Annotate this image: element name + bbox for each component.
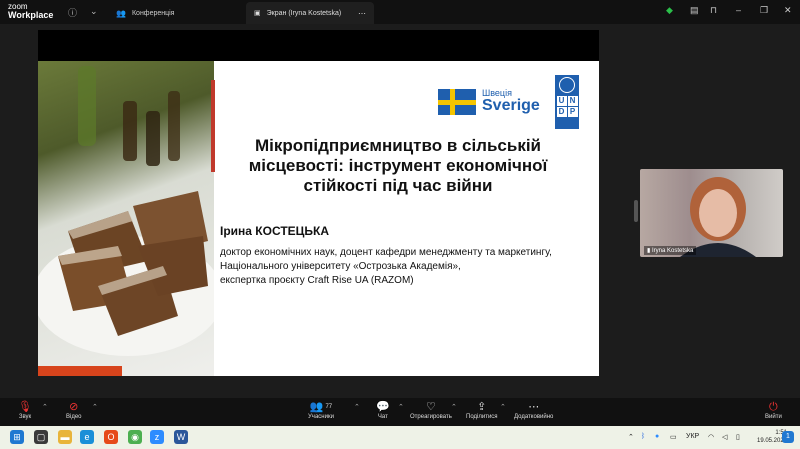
speaker-desc-line: Національного університету «Острозька Ак… [220,261,461,272]
gingerbread-photo [38,61,214,376]
word-icon[interactable]: W [174,430,188,444]
more-button[interactable]: ⋯ Додатковийно [514,400,553,420]
leave-button[interactable]: ⏻ Вийти [765,400,782,420]
info-icon[interactable]: ⓘ [68,6,77,19]
shared-slide: Швеція Sverige U N D P Мікропідприємницт… [38,30,599,376]
meeting-stage: Швеція Sverige U N D P Мікропідприємницт… [0,24,800,398]
close-icon[interactable]: ✕ [784,5,792,16]
speaker-description: доктор економічних наук, доцент кафедри … [220,246,600,288]
panel-resize-handle[interactable] [634,200,638,222]
leave-icon: ⏻ [769,401,778,413]
undp-letter-d: D [556,107,567,117]
slide-content: Швеція Sverige U N D P Мікропідприємницт… [38,61,599,376]
meeting-toolbar: 🎙 Звук ⌃ ⊘ Відео ⌃ 👥 77 Учасники ⌃ 💬 Чат … [0,398,800,426]
zoom-titlebar: zoom Workplace ⓘ ⌄ 👥 Конференція ▣ Экран… [0,0,800,24]
tray-chevron-icon[interactable]: ⌃ [628,433,634,441]
share-button[interactable]: ⇪ Поділитися [466,400,498,420]
zoom-logo: zoom Workplace [8,3,54,20]
undp-letter-p: P [567,107,578,117]
leave-label: Вийти [765,414,782,420]
zoom-app-icon[interactable]: z [150,430,164,444]
logo-line2: Workplace [8,10,54,20]
audio-button[interactable]: 🎙 Звук [18,400,32,420]
people-icon: 👥 [116,8,126,18]
chat-label: Чат [377,414,388,420]
undp-letter-n: N [567,96,578,106]
wifi-icon[interactable]: ◠ [708,433,714,441]
opera-icon[interactable]: O [104,430,118,444]
tab-screen-label: Экран (Iryna Kostetska) [266,9,342,17]
participants-caret-icon[interactable]: ⌃ [354,403,360,411]
slide-title: Мікропідприємництво в сільській місцевос… [248,136,548,195]
un-globe-icon [559,77,575,93]
participants-button[interactable]: 👥 77 Учасники [308,400,334,420]
participants-icon: 👥 77 [309,401,333,413]
language-indicator[interactable]: УКР [686,433,699,440]
participant-avatar [680,177,756,257]
accent-bar [211,80,215,172]
react-caret-icon[interactable]: ⌃ [451,403,457,411]
tab-conference[interactable]: 👥 Конференція [108,2,182,24]
battery-icon[interactable]: ▭ [670,433,677,441]
undp-letter-u: U [556,96,567,106]
audio-label: Звук [18,414,32,420]
share-label: Поділитися [466,414,498,420]
notification-icon[interactable]: 1 [782,431,794,443]
participant-name: Iryna Kostetska [651,248,694,254]
participant-video-tile[interactable]: ▮ Iryna Kostetska [640,169,783,257]
pin-icon[interactable]: ⊓ [710,5,717,16]
sweden-label-big: Sverige [482,97,540,114]
speaker-desc-line: експертка проєкту Craft Rise UA (RAZOM) [220,275,414,286]
chrome-icon[interactable]: ◉ [128,430,142,444]
react-button[interactable]: ♡ Отреагировать [410,400,452,420]
more-icon[interactable]: ⋯ [358,9,366,18]
participants-label: Учасники [308,414,334,420]
sweden-flag-icon [438,89,476,115]
mic-muted-icon: 🎙 [18,401,32,413]
battery-status-icon[interactable]: ▯ [736,433,740,441]
edge-icon[interactable]: e [80,430,94,444]
chat-icon: 💬 [376,401,390,413]
more-label: Додатковийно [514,414,554,420]
participants-count: 77 [325,404,333,410]
signal-icon: ▮ [647,248,651,254]
participant-name-label: ▮ Iryna Kostetska [644,246,697,255]
volume-icon[interactable]: ◁ [722,433,727,441]
heart-icon: ♡ [425,401,436,413]
audio-options-caret-icon[interactable]: ⌃ [42,403,48,411]
share-caret-icon[interactable]: ⌃ [500,403,506,411]
zoom-tray-icon[interactable]: ● [655,433,659,440]
restore-icon[interactable]: ❐ [760,5,768,16]
view-icon[interactable]: ▤ [690,5,699,16]
video-off-icon: ⊘ [69,401,79,413]
chat-caret-icon[interactable]: ⌃ [398,403,404,411]
share-screen-icon: ⇪ [477,401,487,413]
windows-taskbar: ⊞ ▢ ▬ e O ◉ z W ⌃ ᛒ ● ▭ УКР ◠ ◁ ▯ 1:51 1… [0,426,800,449]
file-explorer-icon[interactable]: ▬ [58,430,72,444]
chat-button[interactable]: 💬 Чат [376,400,390,420]
tab-screen-share[interactable]: ▣ Экран (Iryna Kostetska) ⋯ [246,2,374,24]
tab-conference-label: Конференція [131,9,175,17]
video-options-caret-icon[interactable]: ⌃ [92,403,98,411]
chevron-down-icon[interactable]: ⌄ [90,6,98,17]
task-view-icon[interactable]: ▢ [34,430,48,444]
undp-logo: U N D P [555,75,579,129]
screen-share-icon: ▣ [254,10,261,17]
shield-icon[interactable]: ◆ [666,5,673,16]
video-label: Відео [66,414,82,420]
bluetooth-icon[interactable]: ᛒ [641,433,645,440]
speaker-name: Ірина КОСТЕЦЬКА [220,224,330,238]
react-label: Отреагировать [410,414,452,420]
speaker-desc-line: доктор економічних наук, доцент кафедри … [220,247,552,258]
minimize-icon[interactable]: – [736,5,741,15]
video-button[interactable]: ⊘ Відео [66,400,82,420]
accent-bottom-bar [38,366,122,376]
more-icon: ⋯ [528,401,540,413]
start-icon[interactable]: ⊞ [10,430,24,444]
